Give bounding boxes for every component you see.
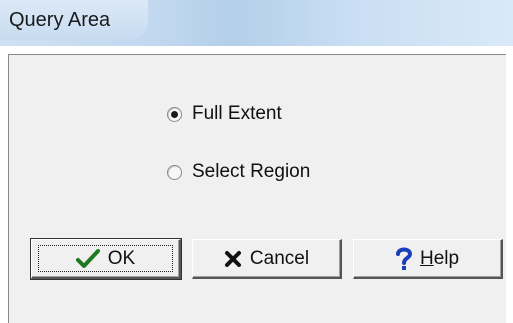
- window-title: Query Area: [9, 9, 111, 31]
- ok-button[interactable]: OK: [30, 238, 182, 280]
- radio-button-full-extent[interactable]: [167, 106, 182, 122]
- radio-label-full-extent: Full Extent: [192, 103, 282, 124]
- help-label: Help: [420, 248, 459, 270]
- help-mnemonic: H: [419, 247, 434, 269]
- help-button[interactable]: Help: [353, 239, 503, 279]
- query-area-dialog: Full Extent Select Region OK Cancel Help: [8, 54, 506, 323]
- radio-button-select-region[interactable]: [167, 164, 182, 180]
- help-label-rest: elp: [433, 247, 460, 269]
- x-icon: [224, 250, 242, 268]
- cancel-label: Cancel: [249, 247, 310, 269]
- cancel-button[interactable]: Cancel: [192, 239, 342, 279]
- radio-label-select-region: Select Region: [192, 161, 311, 182]
- radio-select-region[interactable]: Select Region: [167, 158, 310, 186]
- radio-full-extent[interactable]: Full Extent: [167, 100, 282, 128]
- title-bar: Query Area: [0, 0, 513, 46]
- focus-rect: [38, 245, 173, 272]
- question-icon: [395, 247, 412, 271]
